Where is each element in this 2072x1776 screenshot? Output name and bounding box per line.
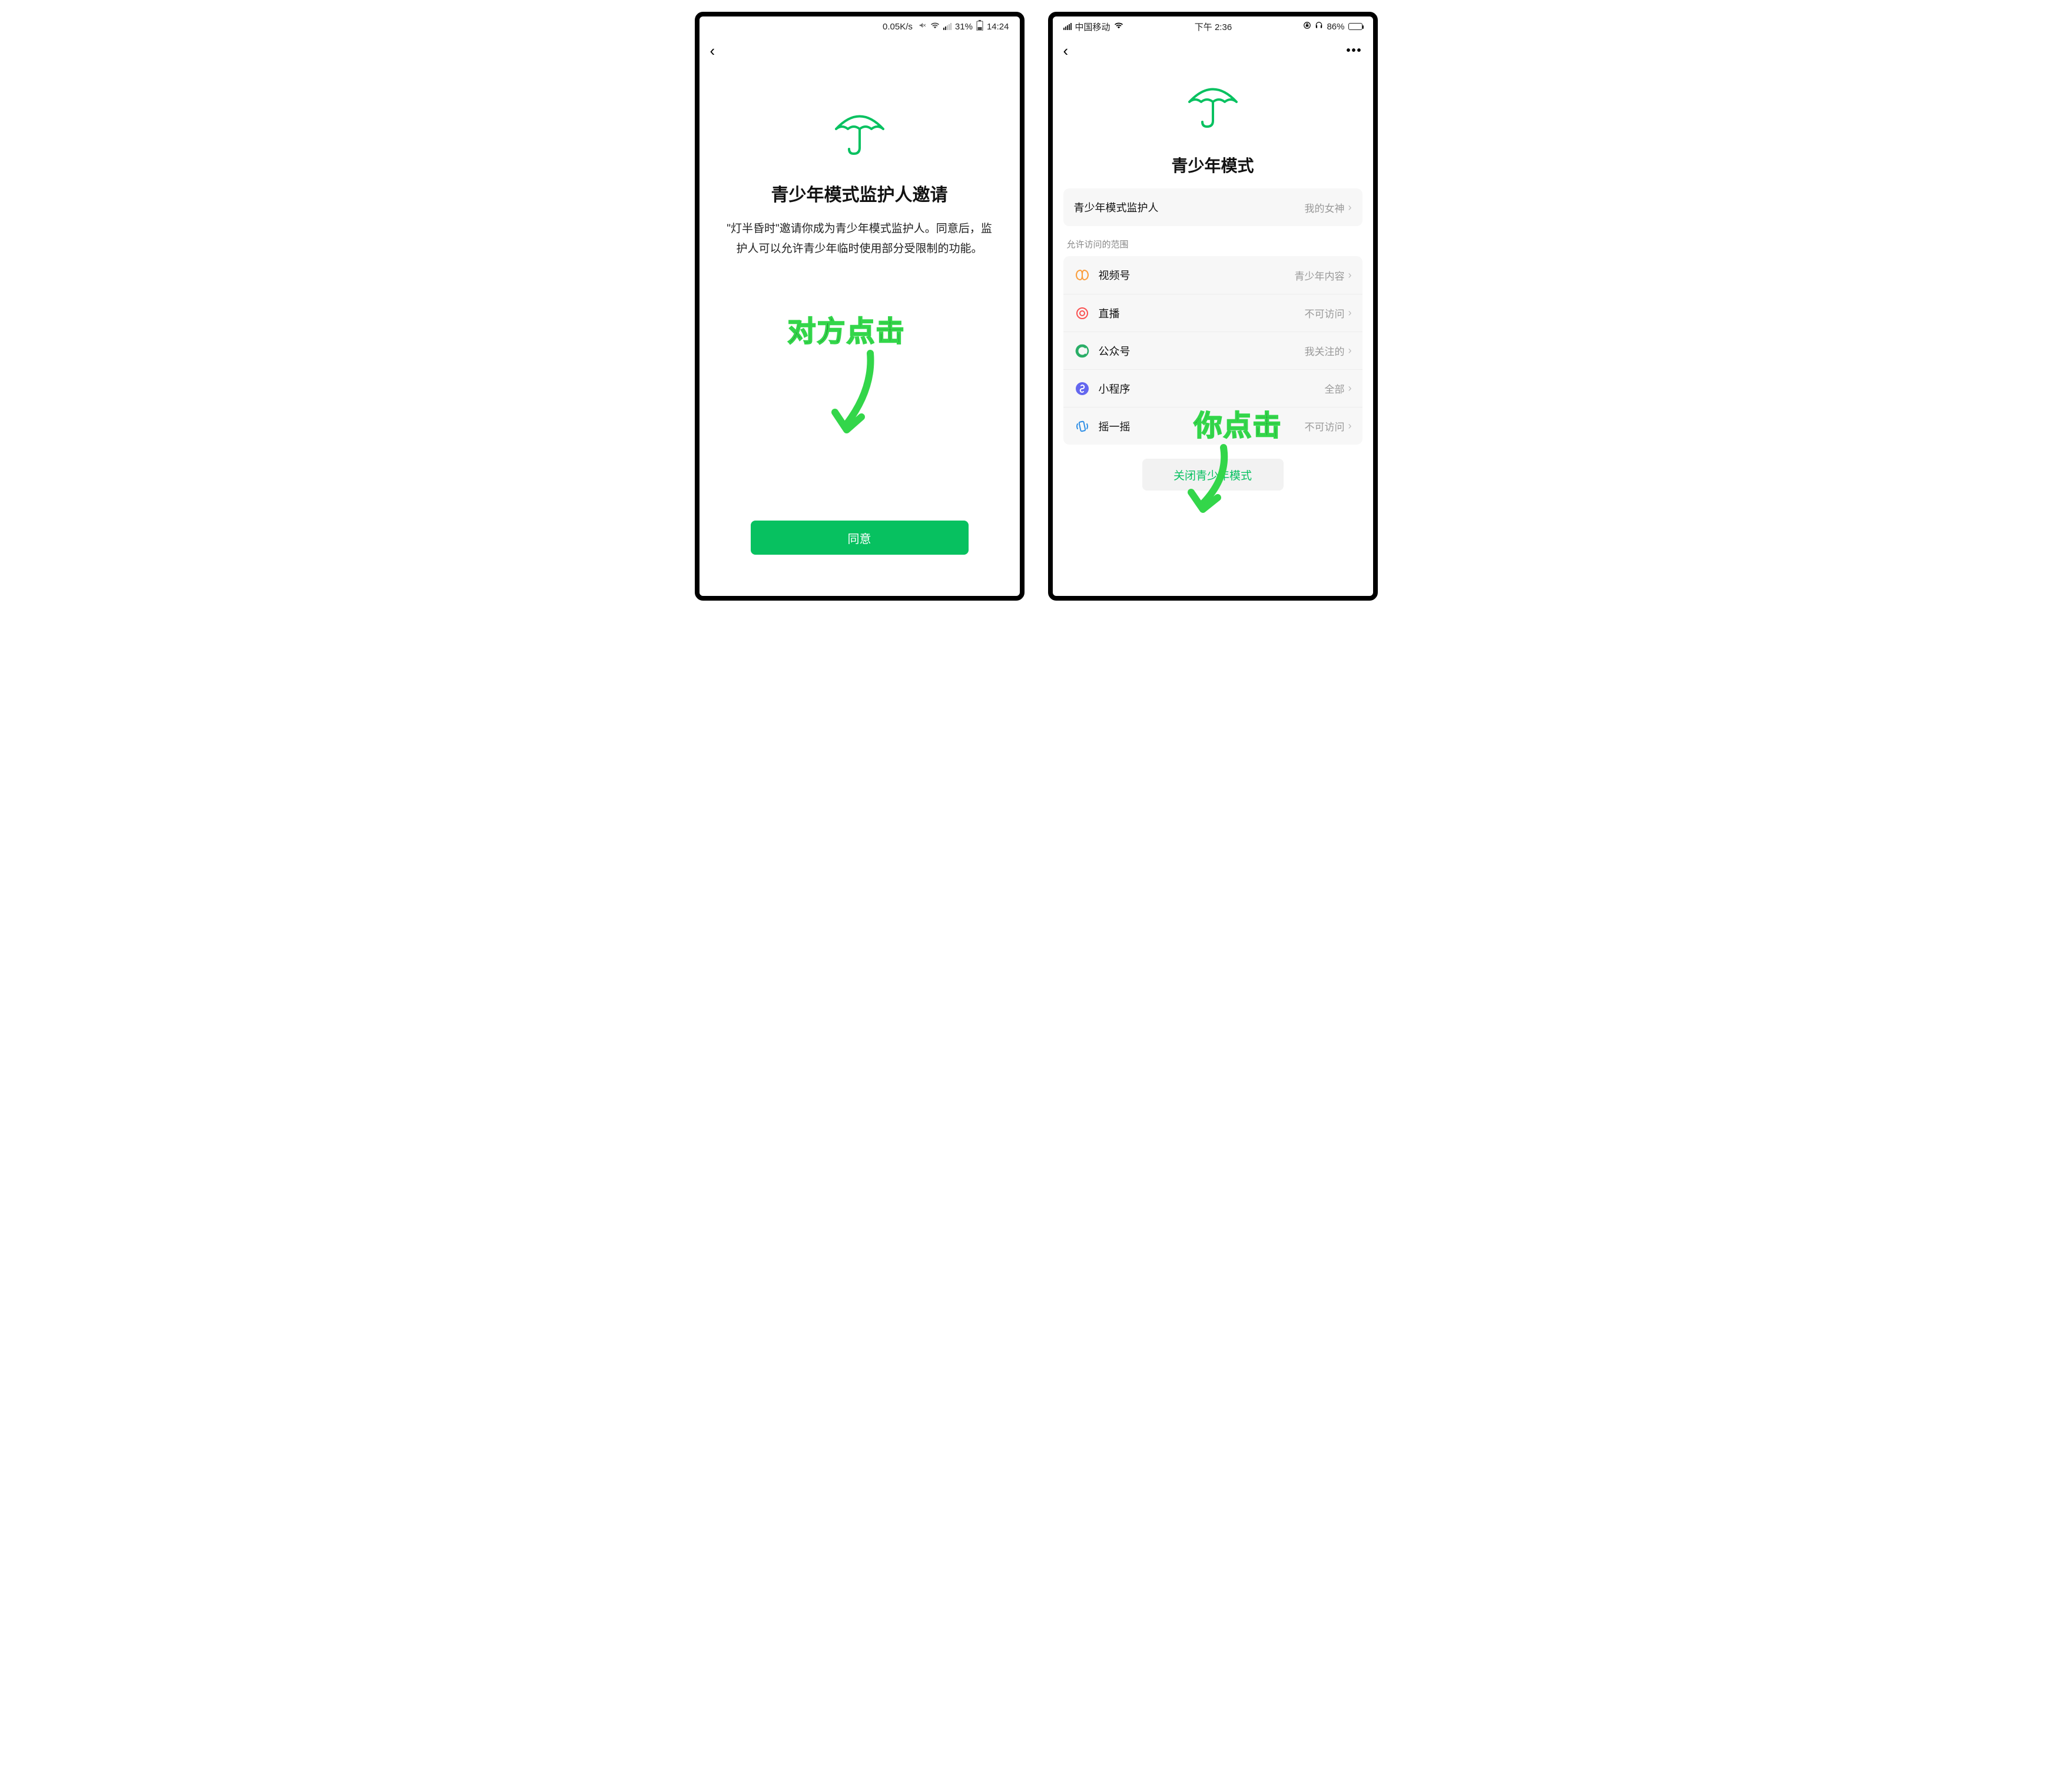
row-label: 公众号 [1099, 343, 1305, 359]
status-time: 下午 2:36 [1123, 21, 1304, 33]
umbrella-icon [827, 98, 892, 163]
row-label: 直播 [1099, 306, 1305, 321]
row-guardian[interactable]: 青少年模式监护人 我的女神 › [1063, 188, 1362, 226]
agree-button[interactable]: 同意 [751, 521, 969, 555]
back-button[interactable]: ‹ [710, 43, 715, 58]
battery-percent: 86% [1327, 22, 1344, 32]
page-description: "灯半昏时"邀请你成为青少年模式监护人。同意后，监护人可以允许青少年临时使用部分… [699, 219, 1020, 259]
chevron-right-icon: › [1348, 420, 1352, 432]
chevron-right-icon: › [1348, 382, 1352, 395]
miniprogram-icon [1074, 380, 1090, 397]
phone-right: 中国移动 下午 2:36 86% ‹ ••• 青少年模式 [1048, 12, 1378, 601]
more-button[interactable]: ••• [1346, 44, 1362, 58]
row-value: 我的女神 [1305, 200, 1345, 215]
row-value: 青少年内容 [1295, 268, 1345, 283]
wifi-icon [1114, 21, 1123, 32]
annotation-label-left: 对方点击 [788, 318, 906, 346]
status-time: 14:24 [987, 22, 1009, 32]
navbar: ‹ [699, 37, 1020, 65]
content-area: 青少年模式监护人邀请 "灯半昏时"邀请你成为青少年模式监护人。同意后，监护人可以… [699, 65, 1020, 596]
settings-list: 青少年模式监护人 我的女神 › 允许访问的范围 视频号 青少年内容 › [1063, 188, 1362, 445]
content-area: 青少年模式 青少年模式监护人 我的女神 › 允许访问的范围 视频号 青少年 [1053, 65, 1373, 596]
chevron-right-icon: › [1348, 269, 1352, 281]
battery-icon [976, 20, 983, 33]
row-channels[interactable]: 视频号 青少年内容 › [1063, 256, 1362, 294]
signal-icon [1063, 23, 1072, 30]
network-speed: 0.05K/s [883, 22, 913, 32]
phone-left: 0.05K/s 31% 14:24 ‹ 青少年模式监护人邀请 "灯半昏时 [695, 12, 1025, 601]
statusbar: 0.05K/s 31% 14:24 [699, 16, 1020, 37]
page-title: 青少年模式 [1171, 153, 1254, 177]
signal-icon [943, 23, 952, 30]
guardian-group: 青少年模式监护人 我的女神 › [1063, 188, 1362, 226]
battery-percent: 31% [955, 22, 973, 32]
chevron-right-icon: › [1348, 201, 1352, 214]
battery-icon [1348, 23, 1362, 30]
umbrella-icon [1181, 71, 1245, 135]
row-value: 我关注的 [1305, 343, 1345, 358]
rotation-lock-icon [1303, 21, 1311, 32]
page-title: 青少年模式监护人邀请 [771, 180, 948, 206]
row-shake[interactable]: 摇一摇 不可访问 › [1063, 407, 1362, 445]
row-value: 不可访问 [1305, 306, 1345, 320]
live-icon [1074, 305, 1090, 322]
mute-icon [919, 21, 927, 32]
row-miniprogram[interactable]: 小程序 全部 › [1063, 369, 1362, 407]
navbar: ‹ ••• [1053, 37, 1373, 65]
official-icon [1074, 343, 1090, 359]
scope-group: 视频号 青少年内容 › 直播 不可访问 › 公众号 [1063, 256, 1362, 445]
row-label: 青少年模式监护人 [1074, 200, 1305, 215]
chevron-right-icon: › [1348, 307, 1352, 319]
row-official[interactable]: 公众号 我关注的 › [1063, 332, 1362, 369]
row-label: 视频号 [1099, 267, 1295, 283]
annotation-arrow-left [817, 347, 888, 448]
row-live[interactable]: 直播 不可访问 › [1063, 294, 1362, 332]
row-label: 小程序 [1099, 381, 1325, 396]
row-label: 摇一摇 [1099, 419, 1305, 434]
statusbar: 中国移动 下午 2:36 86% [1053, 16, 1373, 37]
status-right: 86% [1303, 21, 1362, 32]
back-button[interactable]: ‹ [1063, 43, 1069, 58]
status-left: 中国移动 [1063, 21, 1123, 33]
status-right: 0.05K/s 31% 14:24 [883, 20, 1009, 33]
row-value: 不可访问 [1305, 419, 1345, 433]
shake-icon [1074, 418, 1090, 435]
chevron-right-icon: › [1348, 344, 1352, 357]
channels-icon [1074, 267, 1090, 283]
row-value: 全部 [1325, 381, 1345, 396]
section-header-scope: 允许访问的范围 [1063, 226, 1362, 256]
wifi-icon [930, 21, 940, 32]
carrier-label: 中国移动 [1075, 21, 1110, 33]
headphones-icon [1315, 21, 1323, 32]
close-mode-button[interactable]: 关闭青少年模式 [1142, 459, 1284, 491]
